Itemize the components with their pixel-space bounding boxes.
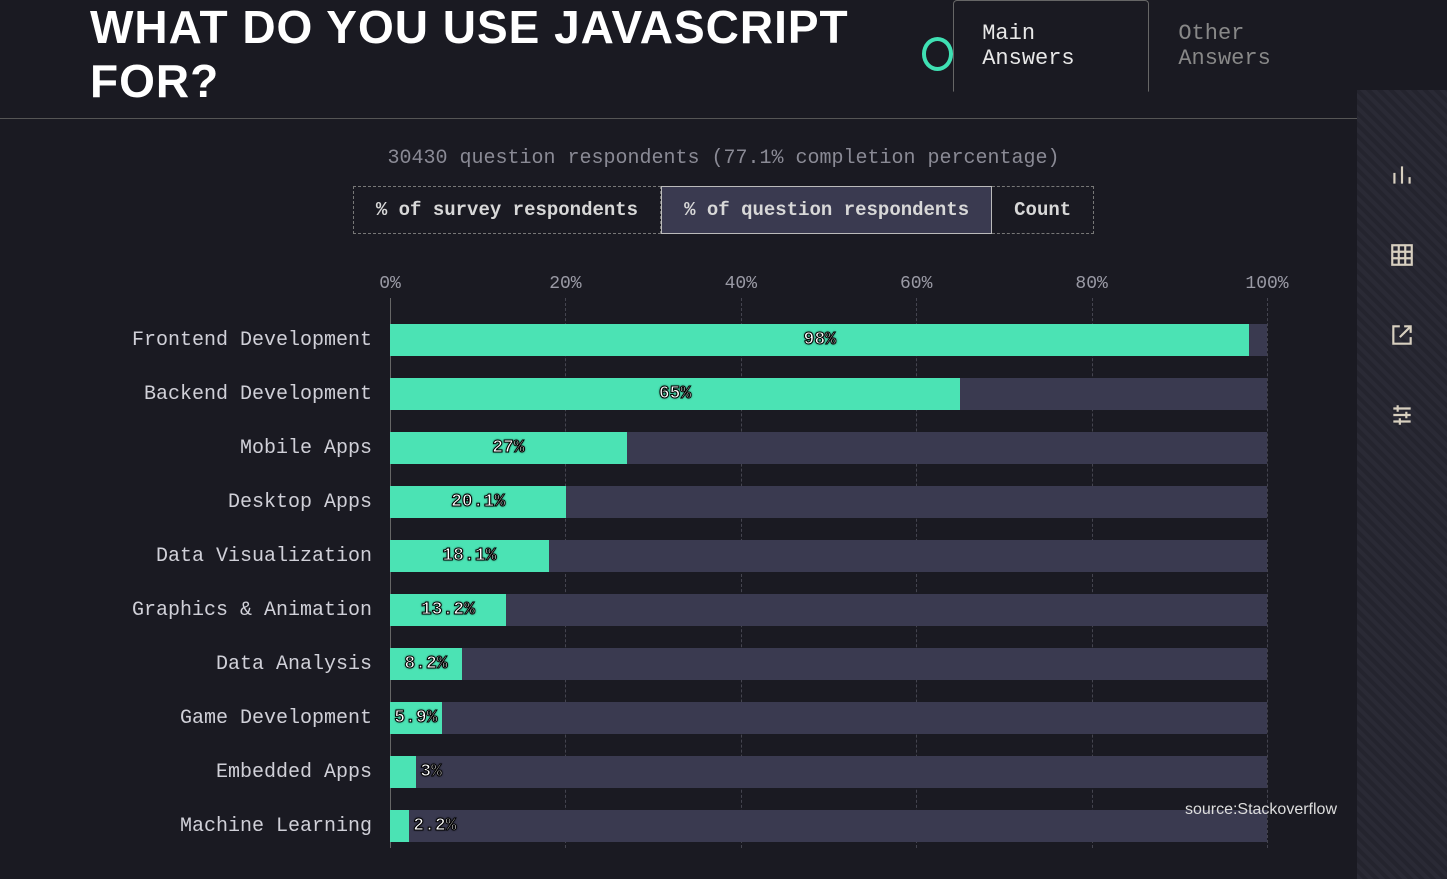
category-label: Desktop Apps [90,491,390,514]
category-label: Machine Learning [90,815,390,838]
tabs: Main Answers Other Answers [953,0,1357,92]
tab-other-answers[interactable]: Other Answers [1149,0,1357,92]
bar-chart-icon[interactable] [1387,160,1417,190]
bar-row: Mobile Apps 27% [90,426,1267,470]
bar-value: 98% [804,330,836,350]
bar-track: 2.2% [390,810,1267,842]
chart: 0%20%40%60%80%100% Frontend Development9… [90,274,1267,848]
bar-track: 8.2% [390,648,1267,680]
bar-track: 27% [390,432,1267,464]
category-label: Data Analysis [90,653,390,676]
bar-fill[interactable]: 2.2% [390,810,409,842]
header: WHAT DO YOU USE JAVASCRIPT FOR? Main Ans… [0,0,1447,119]
bar-fill[interactable]: 98% [390,324,1249,356]
bar-fill[interactable]: 27% [390,432,627,464]
bar-track: 98% [390,324,1267,356]
bar-track: 18.1% [390,540,1267,572]
tab-main-answers[interactable]: Main Answers [953,0,1149,92]
category-label: Data Visualization [90,545,390,568]
page-title: WHAT DO YOU USE JAVASCRIPT FOR? [90,0,904,108]
axis-tick: 40% [725,274,757,294]
axis-tick: 20% [549,274,581,294]
x-axis: 0%20%40%60%80%100% [90,274,1267,304]
category-label: Graphics & Animation [90,599,390,622]
category-label: Game Development [90,707,390,730]
bar-row: Desktop Apps 20.1% [90,480,1267,524]
bar-fill[interactable]: 3% [390,756,416,788]
sidebar [1357,90,1447,879]
bar-value: 2.2% [413,816,456,836]
bar-row: Game Development5.9% [90,696,1267,740]
bar-track: 13.2% [390,594,1267,626]
share-icon[interactable] [1387,320,1417,350]
bar-track: 65% [390,378,1267,410]
table-icon[interactable] [1387,240,1417,270]
toggle-count[interactable]: Count [992,186,1094,234]
circle-icon [922,37,953,71]
bar-fill[interactable]: 5.9% [390,702,442,734]
bar-row: Machine Learning2.2% [90,804,1267,848]
toggle-survey-pct[interactable]: % of survey respondents [353,186,661,234]
bar-track: 3% [390,756,1267,788]
bar-fill[interactable]: 18.1% [390,540,549,572]
category-label: Embedded Apps [90,761,390,784]
bar-fill[interactable]: 65% [390,378,960,410]
bar-fill[interactable]: 20.1% [390,486,566,518]
category-label: Mobile Apps [90,437,390,460]
bar-row: Data Visualization 18.1% [90,534,1267,578]
bar-value: 3% [420,762,442,782]
bar-row: Graphics & Animation 13.2% [90,588,1267,632]
category-label: Frontend Development [90,329,390,352]
bar-fill[interactable]: 13.2% [390,594,506,626]
bar-value: 8.2% [404,654,447,674]
bar-row: Frontend Development 98% [90,318,1267,362]
axis-tick: 60% [900,274,932,294]
bar-value: 5.9% [394,708,437,728]
title-wrap: WHAT DO YOU USE JAVASCRIPT FOR? [90,0,953,118]
bar-row: Data Analysis 8.2% [90,642,1267,686]
bar-value: 13.2% [421,600,475,620]
bar-value: 20.1% [451,492,505,512]
category-label: Backend Development [90,383,390,406]
bar-track: 5.9% [390,702,1267,734]
settings-sliders-icon[interactable] [1387,400,1417,430]
bar-fill[interactable]: 8.2% [390,648,462,680]
bar-row: Embedded Apps3% [90,750,1267,794]
bars-container: Frontend Development 98% Backend Developme… [90,318,1267,848]
metric-toggle-group: % of survey respondents % of question re… [0,186,1447,234]
bar-value: 65% [659,384,691,404]
source-label: source:Stackoverflow [1185,801,1337,819]
respondents-meta: 30430 question respondents (77.1% comple… [0,147,1447,170]
bar-row: Backend Development 65% [90,372,1267,416]
axis-tick: 0% [379,274,401,294]
bar-value: 27% [492,438,524,458]
bar-value: 18.1% [442,546,496,566]
axis-tick: 100% [1245,274,1288,294]
bar-track: 20.1% [390,486,1267,518]
axis-tick: 80% [1075,274,1107,294]
toggle-question-pct[interactable]: % of question respondents [661,186,992,234]
